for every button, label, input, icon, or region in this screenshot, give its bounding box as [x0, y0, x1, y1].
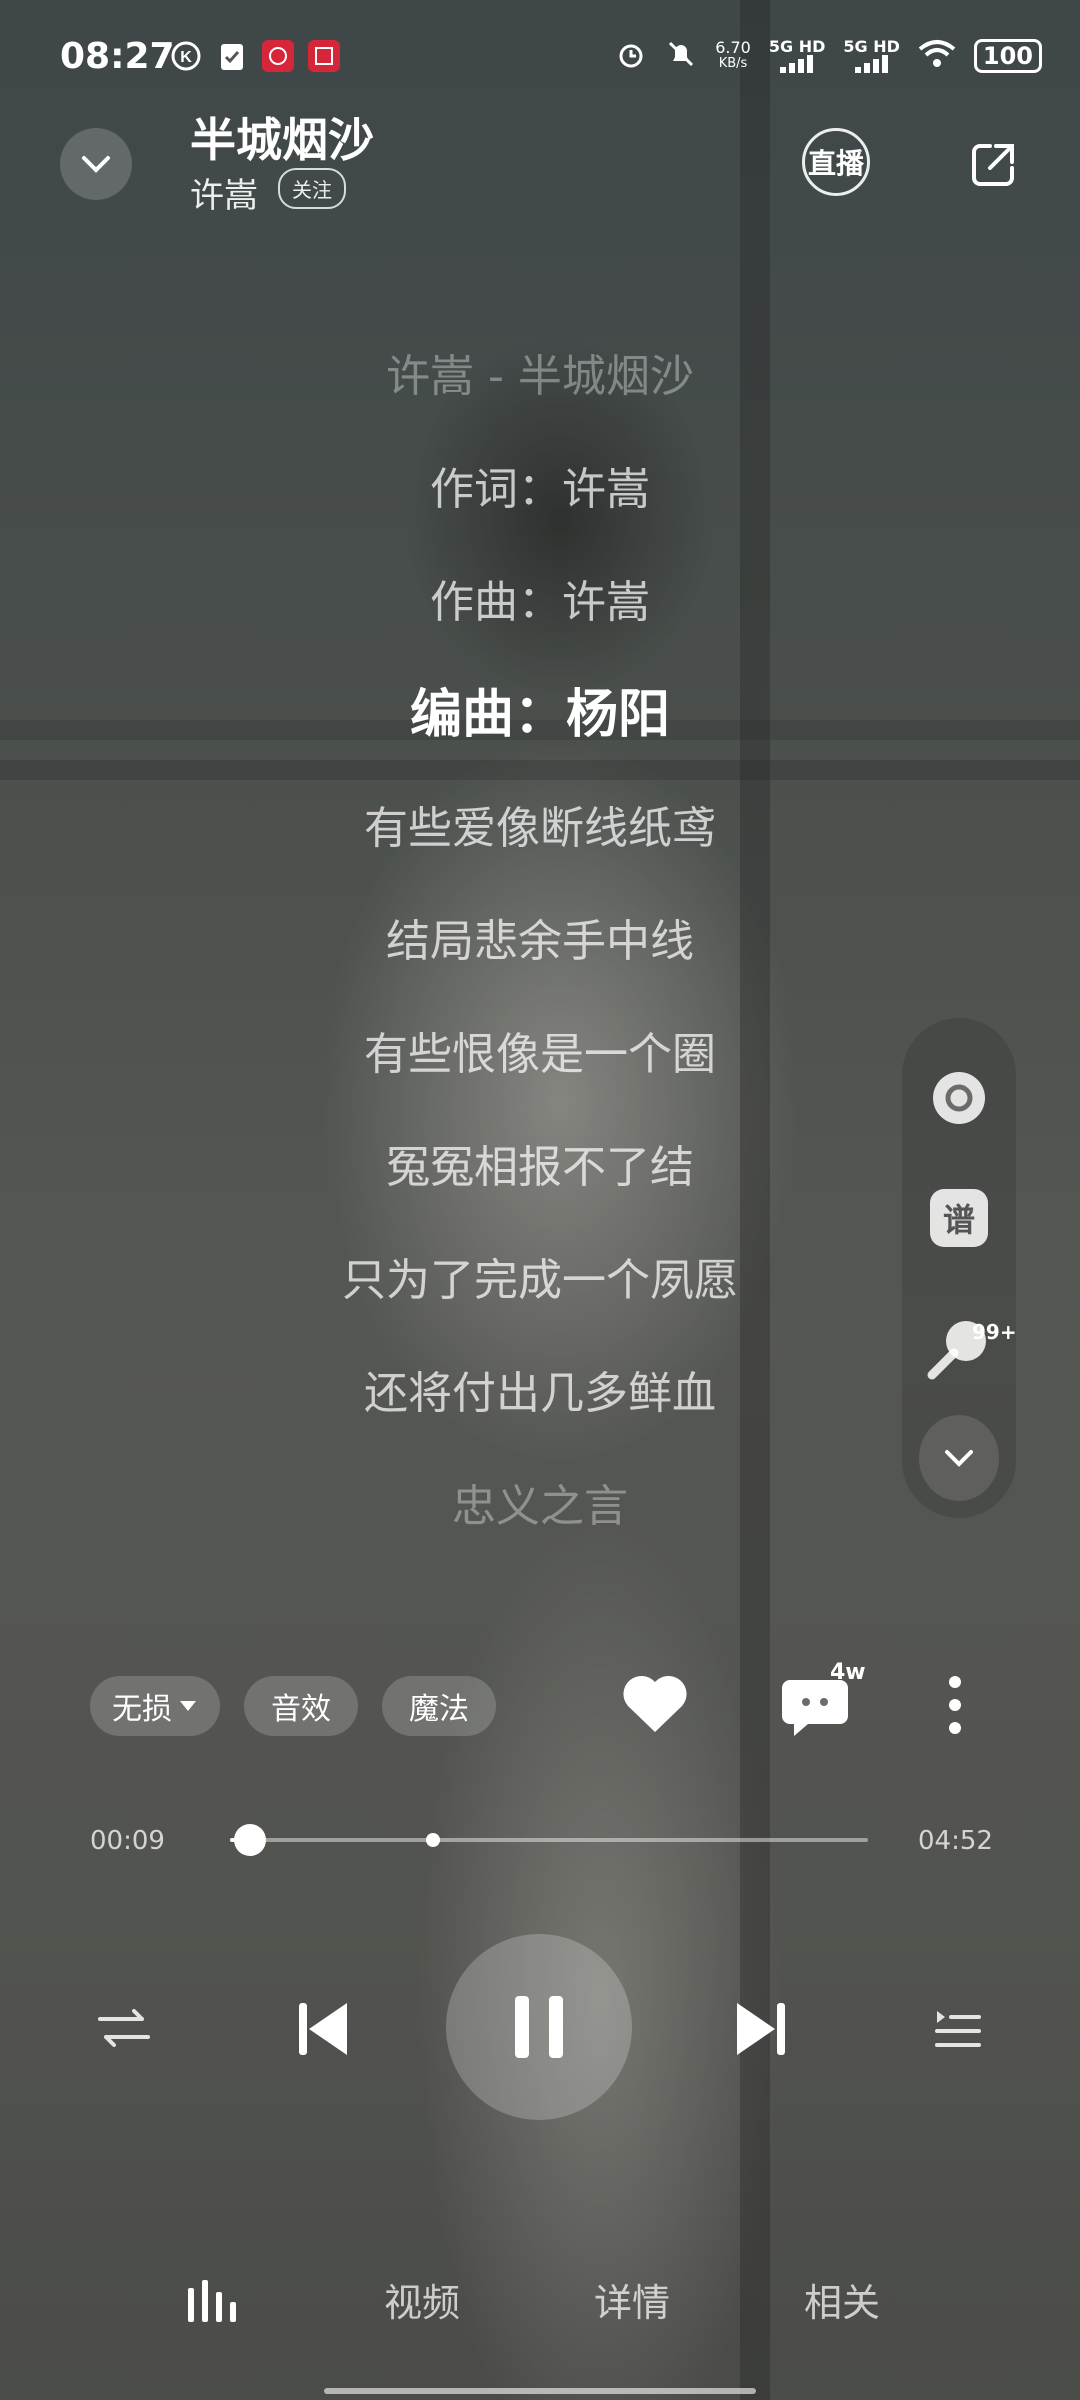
bank-app-icon: [308, 40, 340, 72]
status-notification-icons: K: [170, 40, 340, 72]
pause-icon: [515, 1996, 563, 2058]
song-title: 半城烟沙: [190, 113, 374, 167]
skip-previous-icon: [299, 2003, 347, 2055]
live-label: 直播: [807, 147, 864, 180]
red-app-icon: [262, 40, 294, 72]
home-indicator[interactable]: [324, 2388, 756, 2394]
singing-count-badge: 99+: [972, 1320, 1017, 1344]
lyric-line-current[interactable]: 编曲：杨阳: [0, 659, 1080, 772]
lyric-line[interactable]: 许嵩 - 半城烟沙: [0, 320, 1080, 433]
collapse-circle: [919, 1415, 999, 1501]
share-button[interactable]: [968, 140, 1014, 186]
artist-name[interactable]: 许嵩: [190, 168, 258, 217]
heart-icon: [623, 1675, 687, 1732]
alarm-icon: [615, 38, 647, 74]
total-time: 04:52: [918, 1826, 993, 1856]
progress-marker: [426, 1833, 440, 1847]
lyric-settings-button[interactable]: [919, 1058, 999, 1138]
playlist-button[interactable]: [930, 2000, 986, 2056]
collapse-side-panel-button[interactable]: [919, 1415, 999, 1501]
sheet-music-button[interactable]: 谱: [919, 1178, 999, 1258]
network-speed: 6.70 KB/s: [715, 40, 751, 72]
collapse-player-button[interactable]: [60, 128, 132, 200]
sheet-music-label: 谱: [942, 1201, 975, 1239]
previous-track-button[interactable]: [290, 1996, 356, 2062]
caret-down-icon: [180, 1701, 196, 1711]
sim1-label: 5G HD: [768, 37, 826, 56]
svg-text:K: K: [180, 49, 192, 66]
clipboard-icon: [216, 40, 248, 72]
progress-thumb[interactable]: [233, 1824, 266, 1856]
repeat-mode-icon: [98, 2009, 150, 2047]
comment-count-badge: 4w: [830, 1660, 866, 1685]
share-icon: [972, 144, 1014, 186]
network-speed-unit: KB/s: [718, 56, 748, 71]
follow-artist-button[interactable]: 关注: [278, 168, 346, 209]
tab-video[interactable]: 视频: [384, 2272, 460, 2327]
settings-flower-icon: [933, 1072, 985, 1124]
magic-label: 魔法: [409, 1692, 469, 1727]
network-speed-value: 6.70: [715, 38, 751, 57]
lyric-line[interactable]: 作曲：许嵩: [0, 546, 1080, 659]
tab-player[interactable]: [186, 2278, 242, 2328]
shuffle-mode-button[interactable]: [96, 2000, 152, 2056]
k-app-icon: K: [170, 40, 202, 72]
sound-effects-label: 音效: [271, 1692, 331, 1727]
equalizer-icon: [188, 2280, 236, 2322]
skip-next-icon: [737, 2003, 785, 2055]
sim1-signal: 5G HD: [768, 37, 826, 73]
quality-selector[interactable]: 无损: [90, 1676, 220, 1736]
status-system-icons: 6.70 KB/s 5G HD 5G HD 100: [615, 38, 1042, 74]
lyrics-side-panel: 谱: [902, 1018, 1016, 1518]
more-options-button[interactable]: [940, 1670, 970, 1740]
status-time: 08:27: [60, 36, 175, 77]
playlist-icon: [935, 2011, 981, 2047]
status-bar: 08:27 K 6.70 KB/s 5G HD 5G HD 100: [0, 0, 1080, 120]
like-button[interactable]: [620, 1670, 690, 1736]
chevron-down-icon: [945, 1450, 973, 1467]
sound-effects-button[interactable]: 音效: [244, 1676, 358, 1736]
quality-label: 无损: [112, 1692, 172, 1727]
tab-related[interactable]: 相关: [804, 2272, 880, 2327]
lyric-line[interactable]: 作词：许嵩: [0, 433, 1080, 546]
mute-bell-icon: [665, 38, 697, 74]
current-time: 00:09: [90, 1826, 165, 1856]
magic-button[interactable]: 魔法: [382, 1676, 496, 1736]
sim2-signal: 5G HD: [843, 39, 900, 73]
sheet-music-icon: 谱: [930, 1189, 988, 1247]
wifi-icon: [918, 39, 956, 73]
lyric-line[interactable]: 有些爱像断线纸鸢: [0, 772, 1080, 885]
progress-track[interactable]: [230, 1838, 868, 1842]
tab-details[interactable]: 详情: [594, 2272, 670, 2327]
pause-button[interactable]: [446, 1934, 632, 2120]
lyric-line[interactable]: 结局悲余手中线: [0, 885, 1080, 998]
next-track-button[interactable]: [728, 1996, 794, 2062]
chevron-down-icon: [82, 156, 110, 173]
live-stream-button[interactable]: 直播: [802, 128, 870, 196]
more-vertical-icon: [949, 1676, 961, 1734]
battery-indicator: 100: [973, 39, 1042, 73]
sim2-label: 5G HD: [843, 37, 900, 56]
